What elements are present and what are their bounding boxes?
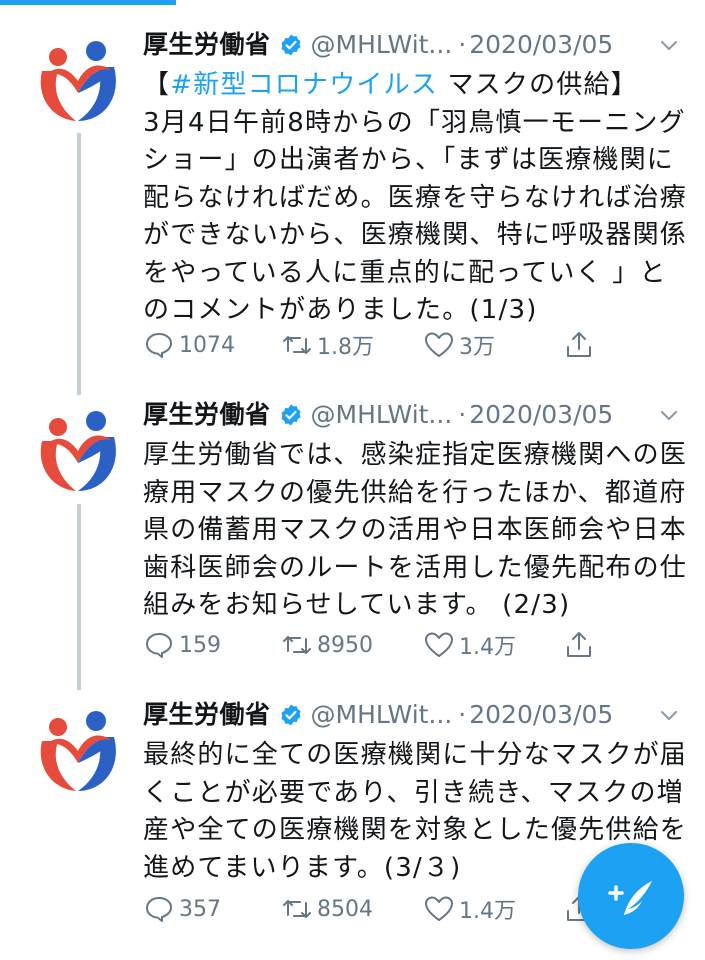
tweet-header: 厚生労働省 @MHLWit... · 2020/03/05 <box>143 397 681 433</box>
retweet-count: 8950 <box>317 632 373 658</box>
timeline: 厚生労働省 @MHLWit... · 2020/03/05 【#新型コロナウイル… <box>0 0 705 960</box>
tweet-actions: 1074 1.8万 3万 <box>143 325 681 365</box>
tweet-text-line: 配らなければだめ。医療を守らなければ治療 <box>143 182 688 213</box>
tweet-date[interactable]: 2020/03/05 <box>469 27 613 63</box>
like-count: 1.4万 <box>459 899 516 924</box>
tweet-text-line: ショー」の出演者から、「まずは医療機関に <box>143 145 675 175</box>
reply-icon <box>146 333 172 358</box>
active-tab-indicator <box>0 0 176 5</box>
tweet-menu-button[interactable] <box>657 397 681 433</box>
tweet-text-line: のコメントがありました。(1/3) <box>143 295 538 325</box>
tweet-text-line: 厚生労働省では、感染症指定医療機関への医 <box>143 440 688 470</box>
tweet-text-line: 最終的に全ての医療機関に十分なマスクが届 <box>143 740 688 770</box>
text-fragment: マスクの供給】 <box>438 70 638 100</box>
like-button[interactable]: 1.4万 <box>423 889 516 929</box>
share-button[interactable] <box>563 625 599 665</box>
share-icon <box>567 332 591 357</box>
author-handle[interactable]: @MHLWit... <box>311 697 453 733</box>
tweet-menu-button[interactable] <box>657 697 681 733</box>
verified-badge-icon <box>281 704 301 726</box>
mhlw-logo-icon <box>28 27 128 127</box>
reply-button[interactable]: 159 <box>143 625 221 665</box>
author-name[interactable]: 厚生労働省 <box>143 697 271 733</box>
tweet-header: 厚生労働省 @MHLWit... · 2020/03/05 <box>143 27 681 63</box>
avatar[interactable] <box>28 27 128 127</box>
retweet-count: 1.8万 <box>317 335 374 360</box>
chevron-down-icon <box>661 411 677 420</box>
hashtag-link[interactable]: #新型コロナウイルス <box>170 70 438 100</box>
tweet-text-line: 組みをお知らせしています。 (2/3) <box>143 590 571 620</box>
verified-badge-icon <box>281 34 301 56</box>
like-button[interactable]: 3万 <box>423 325 495 365</box>
author-name[interactable]: 厚生労働省 <box>143 27 271 63</box>
tweet[interactable]: 厚生労働省 @MHLWit... · 2020/03/05 【#新型コロナウイル… <box>0 27 705 367</box>
compose-tweet-icon <box>608 881 652 915</box>
separator-dot: · <box>458 400 467 429</box>
chevron-down-icon <box>661 711 677 720</box>
tweet-header: 厚生労働省 @MHLWit... · 2020/03/05 <box>143 697 681 733</box>
retweet-button[interactable]: 8950 <box>281 625 373 665</box>
retweet-icon <box>283 900 311 918</box>
tweet-text-line: ができないから、医療機関、特に呼吸器関係 <box>143 220 688 250</box>
mhlw-logo-icon <box>28 397 128 497</box>
separator-dot: · <box>458 700 467 729</box>
heart-icon <box>425 632 453 657</box>
retweet-count: 8504 <box>317 896 373 922</box>
reply-count: 1074 <box>179 332 235 358</box>
reply-count: 357 <box>179 896 221 922</box>
tweet-text-line: をやっている人に重点的に配っていく 」と <box>143 257 667 288</box>
retweet-icon <box>283 336 311 354</box>
tweet-text: 厚生労働省では、感染症指定医療機関への医 療用マスクの優先供給を行ったほか、都道… <box>143 437 688 625</box>
tweet[interactable]: 厚生労働省 @MHLWit... · 2020/03/05 厚生労働省では、感染… <box>0 397 705 667</box>
tweet-text-line: 療用マスクの優先供給を行ったほか、都道府 <box>143 477 687 508</box>
share-button[interactable] <box>563 325 599 365</box>
tweet-text-line: 産や全ての医療機関を対象とした優先供給を <box>143 815 688 845</box>
reply-icon <box>146 897 172 922</box>
tweet-text-line: 3月4日午前8時からの「羽鳥慎一モーニング <box>143 107 686 138</box>
reply-count: 159 <box>179 632 221 658</box>
tweet-text-line: くことが必要であり、引き続き、マスクの増 <box>143 777 684 808</box>
tweet-date[interactable]: 2020/03/05 <box>469 397 613 433</box>
reply-icon <box>146 633 172 658</box>
share-icon <box>567 632 591 657</box>
retweet-icon <box>283 636 311 654</box>
mhlw-logo-icon <box>28 697 128 797</box>
avatar[interactable] <box>28 697 128 797</box>
reply-button[interactable]: 1074 <box>143 325 235 365</box>
heart-icon <box>425 332 453 357</box>
retweet-button[interactable]: 8504 <box>281 889 373 929</box>
like-count: 1.4万 <box>459 635 516 660</box>
tweet-date[interactable]: 2020/03/05 <box>469 697 613 733</box>
like-button[interactable]: 1.4万 <box>423 625 516 665</box>
separator-dot: · <box>458 30 467 59</box>
avatar[interactable] <box>28 397 128 497</box>
author-name[interactable]: 厚生労働省 <box>143 397 271 433</box>
retweet-button[interactable]: 1.8万 <box>281 325 374 365</box>
tweet-text-line: 【#新型コロナウイルス マスクの供給】 <box>143 67 681 105</box>
verified-badge-icon <box>281 404 301 426</box>
text-fragment: 【 <box>143 70 171 100</box>
tweet-text: 【#新型コロナウイルス マスクの供給】 3月4日午前8時からの「羽鳥慎一モーニン… <box>143 67 688 330</box>
tweet-menu-button[interactable] <box>657 27 681 63</box>
tweet-actions: 159 8950 1.4万 <box>143 625 681 665</box>
tweet-text-line: 県の備蓄用マスクの活用や日本医師会や日本 <box>143 515 688 545</box>
chevron-down-icon <box>661 41 677 50</box>
heart-icon <box>425 896 453 921</box>
author-handle[interactable]: @MHLWit... <box>311 397 453 433</box>
reply-button[interactable]: 357 <box>143 889 221 929</box>
like-count: 3万 <box>459 335 495 360</box>
tweet-text-line: 歯科医師会のルートを活用した優先配布の仕 <box>143 552 688 583</box>
compose-tweet-button[interactable] <box>578 843 684 949</box>
author-handle[interactable]: @MHLWit... <box>311 27 453 63</box>
